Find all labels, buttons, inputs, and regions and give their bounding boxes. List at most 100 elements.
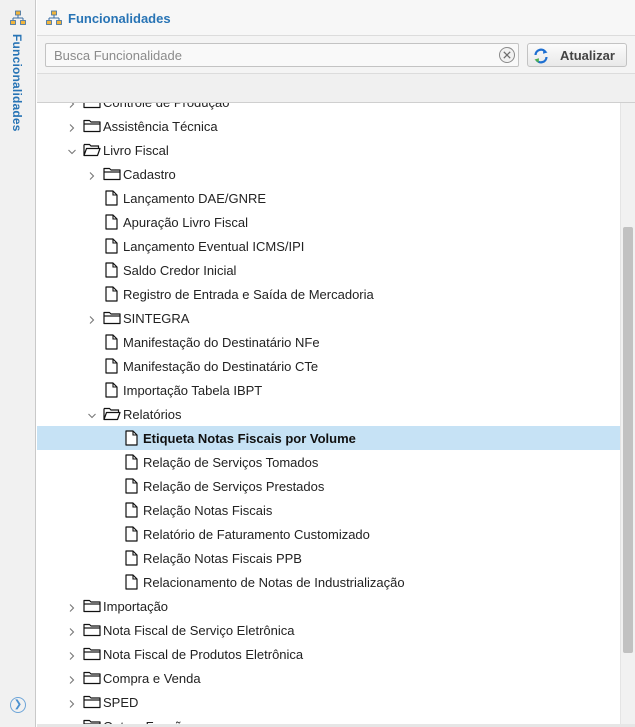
tree-toolbar	[37, 73, 635, 103]
tree-folder[interactable]: SPED	[37, 690, 620, 714]
document-icon	[125, 526, 138, 545]
tree-item[interactable]: Apuração Livro Fiscal	[37, 210, 620, 234]
tree-item-label: Apuração Livro Fiscal	[123, 215, 248, 230]
document-icon	[125, 550, 138, 569]
document-icon	[125, 430, 138, 449]
tree-folder[interactable]: Controle de Produção	[37, 103, 620, 114]
chevron-right-circle-icon[interactable]: ❯	[10, 697, 26, 713]
functionality-tree: Controle de Produção Assistência Técnica L…	[37, 103, 620, 724]
tree-folder[interactable]: Assistência Técnica	[37, 114, 620, 138]
refresh-button[interactable]: Atualizar	[527, 43, 627, 67]
tree-item-label: Relação Notas Fiscais	[143, 503, 273, 518]
chevron-right-icon[interactable]	[67, 625, 77, 636]
folder-icon	[83, 670, 101, 688]
document-icon	[105, 214, 118, 233]
document-icon	[105, 382, 118, 401]
document-icon	[125, 478, 138, 497]
tree-item-label: Lançamento DAE/GNRE	[123, 191, 267, 206]
chevron-right-icon[interactable]	[67, 649, 77, 660]
tree-item-label: Registro de Entrada e Saída de Mercadori…	[123, 287, 374, 302]
folder-icon	[83, 598, 101, 616]
tree-folder[interactable]: Outras Funções	[37, 714, 620, 724]
sidebar-title[interactable]: Funcionalidades	[10, 34, 24, 132]
panel-header: Funcionalidades	[37, 0, 635, 36]
tree-item-label: Controle de Produção	[103, 103, 229, 110]
tree-item-label: Relatórios	[123, 407, 182, 422]
tree-folder[interactable]: Compra e Venda	[37, 666, 620, 690]
tree-item-label: Nota Fiscal de Serviço Eletrônica	[103, 623, 295, 638]
tree-item[interactable]: Importação Tabela IBPT	[37, 378, 620, 402]
tree-folder[interactable]: Nota Fiscal de Serviço Eletrônica	[37, 618, 620, 642]
tree-folder[interactable]: Nota Fiscal de Produtos Eletrônica	[37, 642, 620, 666]
tree-folder[interactable]: Importação	[37, 594, 620, 618]
chevron-down-icon[interactable]	[67, 145, 77, 155]
tree-folder[interactable]: Livro Fiscal	[37, 138, 620, 162]
tree-item[interactable]: Registro de Entrada e Saída de Mercadori…	[37, 282, 620, 306]
tree-item[interactable]: Etiqueta Notas Fiscais por Volume	[37, 426, 620, 450]
chevron-right-icon[interactable]	[67, 121, 77, 132]
refresh-button-label: Atualizar	[560, 48, 615, 63]
tree-item[interactable]: Relação Notas Fiscais	[37, 498, 620, 522]
document-icon	[125, 502, 138, 521]
tree-item[interactable]: Lançamento Eventual ICMS/IPI	[37, 234, 620, 258]
document-icon	[105, 334, 118, 353]
document-icon	[105, 358, 118, 377]
chevron-right-icon[interactable]	[67, 103, 77, 108]
tree-item-label: SINTEGRA	[123, 311, 190, 326]
tree-item-label: Compra e Venda	[103, 671, 201, 686]
document-icon	[105, 190, 118, 209]
tree-item-label: Manifestação do Destinatário CTe	[123, 359, 319, 374]
network-icon	[10, 10, 26, 29]
folder-icon	[103, 166, 121, 184]
tree-folder[interactable]: Relatórios	[37, 402, 620, 426]
tree-item-label: Manifestação do Destinatário NFe	[123, 335, 320, 350]
tree-item[interactable]: Manifestação do Destinatário CTe	[37, 354, 620, 378]
clear-search-icon[interactable]	[498, 46, 516, 67]
tree-item-label: Relação de Serviços Tomados	[143, 455, 319, 470]
document-icon	[105, 238, 118, 257]
network-icon	[46, 10, 62, 29]
tree-item-label: Etiqueta Notas Fiscais por Volume	[143, 431, 356, 446]
tree-item-label: Importação Tabela IBPT	[123, 383, 263, 398]
tree-folder[interactable]: SINTEGRA	[37, 306, 620, 330]
tree-item-label: Cadastro	[123, 167, 176, 182]
chevron-right-icon[interactable]	[87, 169, 97, 180]
search-box	[45, 43, 519, 67]
tree-item-label: SPED	[103, 695, 139, 710]
tree-item[interactable]: Relação de Serviços Tomados	[37, 450, 620, 474]
document-icon	[125, 454, 138, 473]
tree-item[interactable]: Relacionamento de Notas de Industrializa…	[37, 570, 620, 594]
chevron-right-icon[interactable]	[67, 673, 77, 684]
refresh-icon	[533, 48, 549, 67]
tree-item-label: Relação de Serviços Prestados	[143, 479, 325, 494]
document-icon	[105, 262, 118, 281]
tree-item[interactable]: Manifestação do Destinatário NFe	[37, 330, 620, 354]
tree-item-label: Assistência Técnica	[103, 119, 218, 134]
chevron-right-icon[interactable]	[67, 697, 77, 708]
document-icon	[105, 286, 118, 305]
tree-item[interactable]: Relatório de Faturamento Customizado	[37, 522, 620, 546]
tree-folder[interactable]: Cadastro	[37, 162, 620, 186]
tree-item[interactable]: Lançamento DAE/GNRE	[37, 186, 620, 210]
vertical-scrollbar[interactable]	[620, 103, 635, 724]
folder-icon	[83, 646, 101, 664]
functionalities-panel: Funcionalidades Atualizar Controle de Pr…	[37, 0, 635, 727]
scrollbar-thumb[interactable]	[623, 227, 633, 653]
folder-icon	[83, 118, 101, 136]
chevron-right-icon[interactable]	[87, 313, 97, 324]
sidebar: Funcionalidades ❯	[0, 0, 36, 727]
tree-item[interactable]: Relação Notas Fiscais PPB	[37, 546, 620, 570]
tree-item-label: Saldo Credor Inicial	[123, 263, 237, 278]
tree-item[interactable]: Relação de Serviços Prestados	[37, 474, 620, 498]
tree-item-label: Nota Fiscal de Produtos Eletrônica	[103, 647, 304, 662]
folder-open-icon	[103, 406, 121, 424]
folder-icon	[83, 622, 101, 640]
folder-open-icon	[83, 142, 101, 160]
folder-icon	[103, 310, 121, 328]
search-input[interactable]	[52, 47, 492, 64]
folder-icon	[83, 103, 101, 112]
tree-item[interactable]: Saldo Credor Inicial	[37, 258, 620, 282]
tree-item-label: Livro Fiscal	[103, 143, 169, 158]
chevron-right-icon[interactable]	[67, 601, 77, 612]
chevron-down-icon[interactable]	[87, 409, 97, 419]
